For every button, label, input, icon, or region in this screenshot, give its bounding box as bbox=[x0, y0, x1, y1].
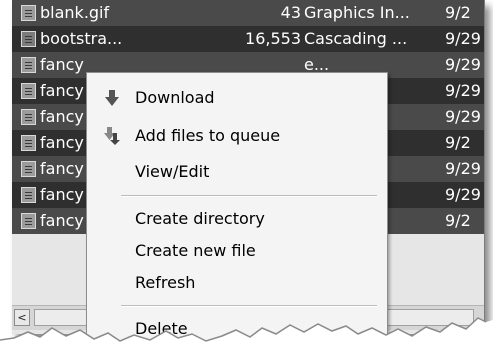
file-name: fancy bbox=[40, 81, 84, 100]
menu-item-create-directory[interactable]: Create directory bbox=[87, 206, 387, 232]
file-row[interactable]: blank.gif 43 Graphics In... 9/2 bbox=[12, 0, 484, 26]
menu-item-download-label: Download bbox=[135, 88, 215, 107]
file-date: 9/2 bbox=[445, 3, 471, 22]
file-size: 43 bbox=[280, 3, 301, 22]
menu-item-refresh[interactable]: Refresh bbox=[87, 270, 387, 296]
file-date: 9/2 bbox=[445, 133, 471, 152]
menu-item-create-new-file-label: Create new file bbox=[135, 241, 256, 260]
css-file-icon bbox=[21, 31, 36, 47]
menu-item-add-to-queue[interactable]: Add files to queue bbox=[87, 123, 387, 149]
file-name: fancy bbox=[40, 55, 84, 74]
file-type: Cascading ... bbox=[304, 29, 408, 48]
file-icon bbox=[21, 83, 36, 99]
file-name: blank.gif bbox=[40, 3, 110, 22]
file-name: fancy bbox=[40, 133, 84, 152]
file-date: 9/29 bbox=[445, 185, 481, 204]
menu-item-create-directory-label: Create directory bbox=[135, 209, 265, 228]
file-date: 9/29 bbox=[445, 81, 481, 100]
file-name: fancy bbox=[40, 107, 84, 126]
file-size: 16,553 bbox=[245, 29, 301, 48]
menu-separator bbox=[121, 195, 377, 197]
file-date: 9/29 bbox=[445, 29, 481, 48]
menu-item-view-edit-label: View/Edit bbox=[135, 162, 210, 181]
file-icon bbox=[21, 109, 36, 125]
gif-file-icon bbox=[21, 5, 36, 21]
file-icon bbox=[21, 187, 36, 203]
torn-edge bbox=[0, 317, 493, 347]
menu-item-add-to-queue-label: Add files to queue bbox=[135, 126, 281, 145]
context-menu: Download Add files to queue View/Edit Cr… bbox=[86, 72, 388, 342]
file-type: Graphics In... bbox=[304, 3, 410, 22]
file-name: fancy bbox=[40, 159, 84, 178]
file-date: 9/29 bbox=[445, 159, 481, 178]
file-icon bbox=[21, 57, 36, 73]
file-date: 9/2 bbox=[445, 211, 471, 230]
menu-item-download[interactable]: Download bbox=[87, 85, 387, 111]
file-icon bbox=[21, 135, 36, 151]
file-icon bbox=[21, 213, 36, 229]
file-icon bbox=[21, 161, 36, 177]
file-date: 9/29 bbox=[445, 107, 481, 126]
file-name: fancy bbox=[40, 185, 84, 204]
menu-item-refresh-label: Refresh bbox=[135, 273, 196, 292]
download-arrow-icon bbox=[105, 90, 119, 106]
file-name: bootstra... bbox=[40, 29, 123, 48]
add-to-queue-icon bbox=[104, 127, 120, 145]
file-date: 9/29 bbox=[445, 55, 481, 74]
file-row[interactable]: bootstra... 16,553 Cascading ... 9/29 bbox=[12, 26, 484, 52]
menu-item-view-edit[interactable]: View/Edit bbox=[87, 159, 387, 185]
menu-item-create-new-file[interactable]: Create new file bbox=[87, 238, 387, 264]
menu-separator bbox=[121, 305, 377, 307]
file-name: fancy bbox=[40, 211, 84, 230]
